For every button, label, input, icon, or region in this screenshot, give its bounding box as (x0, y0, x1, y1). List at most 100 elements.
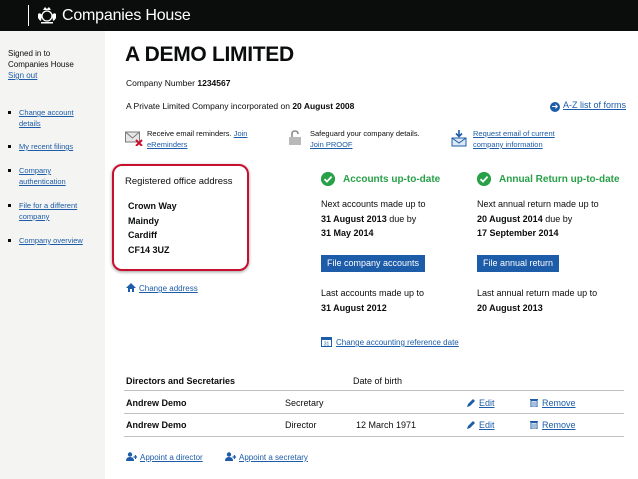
registered-office-address: Crown Way Maindy Cardiff CF14 3UZ (128, 199, 177, 257)
check-circle-icon (477, 172, 491, 186)
page-title: A DEMO LIMITED (125, 43, 294, 66)
proof-link[interactable]: Join PROOF (310, 140, 353, 149)
sidebar-item-company-authentication[interactable]: Company authentication (8, 165, 103, 187)
royal-crest-icon (38, 7, 56, 24)
appoint-director-link[interactable]: Appoint a director (126, 452, 203, 462)
annual-return-last-date: 20 August 2013 (477, 302, 543, 313)
svg-text:31: 31 (324, 341, 330, 347)
edit-link[interactable]: Edit (467, 420, 495, 430)
sidebar-item-label[interactable]: Change account (19, 108, 74, 117)
trash-icon (530, 399, 538, 407)
signed-in-line2: Companies House (8, 60, 74, 69)
padlock-icon (289, 130, 301, 145)
registered-office-card: Registered office address Crown Way Main… (112, 164, 249, 271)
signed-in-status: Signed in to Companies House Sign out (8, 48, 74, 81)
change-accounting-reference-label[interactable]: Change accounting reference date (336, 338, 459, 347)
ereminders-link-cont[interactable]: eReminders (147, 140, 187, 149)
incorporation-date: 20 August 2008 (292, 101, 355, 111)
arrow-right-circle-icon: ➜ (549, 102, 560, 112)
accounts-last: Last accounts made up to 31 August 2012 (321, 286, 424, 315)
sign-out-link[interactable]: Sign out (8, 71, 37, 80)
request-email-service: Request email of current company informa… (451, 128, 611, 154)
company-number-value: 1234567 (197, 78, 231, 88)
sidebar-item-recent-filings[interactable]: My recent filings (8, 141, 103, 152)
address-line: CF14 3UZ (128, 244, 170, 255)
director-name: Andrew Demo (126, 398, 187, 408)
edit-label[interactable]: Edit (479, 398, 495, 408)
annual-return-due-by: due by (545, 213, 573, 224)
az-forms-label[interactable]: A-Z list of forms (563, 100, 626, 110)
main-content: A DEMO LIMITED Company Number 1234567 A … (105, 31, 638, 479)
change-accounting-reference-link[interactable]: 31 Change accounting reference date (321, 336, 459, 347)
remove-label[interactable]: Remove (542, 420, 576, 430)
address-line: Maindy (128, 215, 160, 226)
pencil-icon (467, 421, 475, 429)
address-line: Crown Way (128, 201, 177, 211)
accounts-status-text: Accounts up-to-date (343, 174, 441, 185)
appoint-secretary-label[interactable]: Appoint a secretary (239, 453, 308, 462)
annual-return-due-date: 17 September 2014 (477, 228, 559, 238)
sidebar-item-label[interactable]: details (19, 119, 41, 128)
change-address-link[interactable]: Change address (126, 283, 198, 293)
add-user-icon (126, 452, 137, 461)
sidebar-item-label[interactable]: File for a different (19, 201, 77, 210)
incorporation-info: A Private Limited Company incorporated o… (126, 101, 354, 111)
az-forms-link[interactable]: ➜ A-Z list of forms (549, 100, 626, 112)
director-role: Secretary (285, 398, 324, 408)
dob-column-heading: Date of birth (353, 376, 403, 386)
annual-return-next: Next annual return made up to 20 August … (477, 197, 599, 241)
calendar-icon: 31 (321, 337, 332, 347)
request-email-link-cont[interactable]: company information (473, 140, 543, 149)
brand-name[interactable]: Companies House (62, 7, 191, 25)
file-annual-return-button[interactable]: File annual return (477, 255, 560, 272)
company-number-label: Company Number (126, 78, 195, 88)
director-role: Director (285, 420, 317, 430)
request-email-link[interactable]: Request email of current (473, 129, 555, 138)
file-company-accounts-button[interactable]: File company accounts (321, 255, 426, 272)
check-circle-icon (321, 172, 335, 186)
divider (124, 390, 624, 391)
remove-label[interactable]: Remove (542, 398, 576, 408)
proof-text: Safeguard your company details. (310, 129, 420, 138)
remove-link[interactable]: Remove (530, 420, 576, 430)
accounts-last-date: 31 August 2012 (321, 302, 387, 313)
annual-return-next-label: Next annual return made up to (477, 199, 599, 209)
sidebar-item-label[interactable]: My recent filings (19, 142, 73, 151)
signed-in-line1: Signed in to (8, 49, 51, 58)
ereminders-link[interactable]: Join (234, 129, 248, 138)
director-dob: 12 March 1971 (356, 420, 417, 430)
accounts-due-by: due by (389, 213, 417, 224)
sidebar-item-change-account[interactable]: Change account details (8, 107, 103, 129)
address-line: Cardiff (128, 230, 157, 240)
change-address-label[interactable]: Change address (139, 284, 198, 293)
ereminders-text: Receive email reminders. (147, 129, 232, 138)
registered-office-heading: Registered office address (125, 176, 233, 187)
annual-return-last: Last annual return made up to 20 August … (477, 286, 597, 315)
annual-return-next-date: 20 August 2014 (477, 213, 543, 224)
annual-return-status: Annual Return up-to-date (477, 172, 637, 188)
company-number: Company Number 1234567 (126, 78, 230, 88)
appoint-secretary-link[interactable]: Appoint a secretary (225, 452, 308, 462)
email-reminder-icon (125, 131, 143, 146)
download-email-icon (451, 130, 467, 147)
sidebar-item-label[interactable]: company (19, 212, 49, 221)
sidebar-item-label[interactable]: authentication (19, 177, 66, 186)
sidebar-item-file-different-company[interactable]: File for a different company (8, 200, 103, 222)
edit-label[interactable]: Edit (479, 420, 495, 430)
top-bar: Companies House (0, 0, 638, 31)
remove-link[interactable]: Remove (530, 398, 576, 408)
director-name: Andrew Demo (126, 420, 187, 430)
edit-link[interactable]: Edit (467, 398, 495, 408)
divider (124, 413, 624, 414)
table-row: Andrew Demo Secretary Edit Remove (105, 398, 638, 410)
sidebar-nav: Change account details My recent filings … (8, 107, 103, 259)
sidebar-item-label[interactable]: Company (19, 166, 51, 175)
accounts-due-date: 31 May 2014 (321, 228, 374, 238)
accounts-next-label: Next accounts made up to (321, 199, 426, 209)
sidebar-item-label[interactable]: Company overview (19, 236, 83, 245)
sidebar-item-company-overview[interactable]: Company overview (8, 235, 103, 246)
proof-service: Safeguard your company details. Join PRO… (288, 128, 448, 154)
add-user-icon (225, 452, 236, 461)
appoint-director-label[interactable]: Appoint a director (140, 453, 203, 462)
trash-icon (530, 421, 538, 429)
